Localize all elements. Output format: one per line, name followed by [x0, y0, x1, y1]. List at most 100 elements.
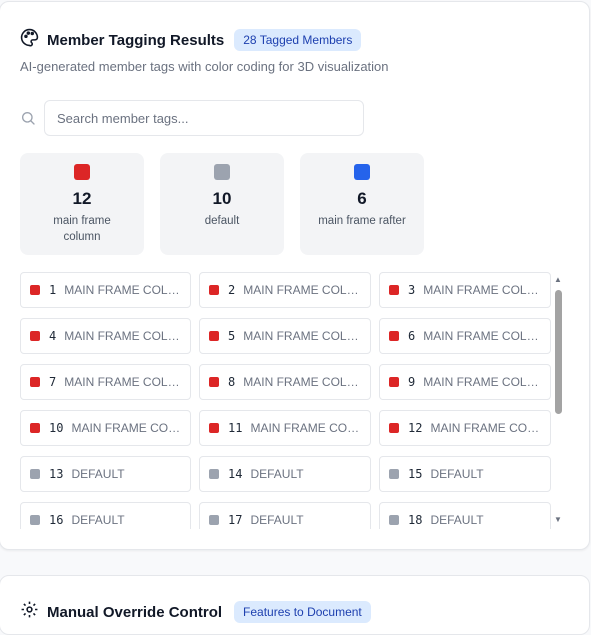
tag-color-dot	[209, 469, 219, 479]
search-bar	[20, 100, 365, 136]
member-number: 18	[408, 513, 423, 527]
member-tag-item[interactable]: 14 DEFAULT	[199, 456, 371, 492]
member-number: 17	[228, 513, 243, 527]
member-tag-label: MAIN FRAME COLU...	[243, 283, 366, 297]
member-number: 16	[49, 513, 64, 527]
tag-color-dot	[30, 423, 40, 433]
stat-card-main-frame-column: 12 main frame column	[20, 153, 144, 255]
scroll-down-arrow[interactable]: ▼	[553, 516, 563, 524]
tag-color-dot	[209, 331, 219, 341]
section-badge: Features to Document	[234, 601, 371, 623]
tag-color-dot	[389, 423, 399, 433]
gear-icon	[20, 600, 39, 624]
member-tag-item[interactable]: 4 MAIN FRAME COLU...	[20, 318, 191, 354]
member-number: 12	[408, 421, 423, 435]
member-number: 4	[49, 329, 57, 343]
member-tag-label: MAIN FRAME COLU...	[423, 329, 546, 343]
member-tag-label: MAIN FRAME COLU...	[64, 283, 187, 297]
stat-label: main frame column	[53, 215, 111, 243]
member-tag-item[interactable]: 16 DEFAULT	[20, 502, 191, 529]
member-number: 10	[49, 421, 64, 435]
member-number: 6	[408, 329, 416, 343]
member-tag-item[interactable]: 5 MAIN FRAME COLU...	[199, 318, 371, 354]
member-number: 13	[49, 467, 64, 481]
search-icon	[20, 110, 36, 126]
scroll-thumb[interactable]	[555, 290, 562, 414]
member-tag-label: DEFAULT	[250, 467, 304, 481]
tag-color-dot	[30, 515, 40, 525]
stat-card-main-frame-rafter: 6 main frame rafter	[300, 153, 424, 255]
member-number: 5	[228, 329, 236, 343]
tag-summary: 12 main frame column 10 default 6 main f…	[20, 153, 424, 255]
member-tagging-card: Member Tagging Results 28 Tagged Members…	[0, 1, 590, 550]
member-number: 7	[49, 375, 57, 389]
member-tag-item[interactable]: 10 MAIN FRAME COL...	[20, 410, 191, 446]
member-number: 15	[408, 467, 423, 481]
member-tag-item[interactable]: 1 MAIN FRAME COLU...	[20, 272, 191, 308]
member-tag-item[interactable]: 12 MAIN FRAME COL...	[379, 410, 551, 446]
tag-color-dot	[209, 515, 219, 525]
manual-override-header: Manual Override Control Features to Docu…	[20, 600, 371, 624]
member-tag-item[interactable]: 7 MAIN FRAME COLU...	[20, 364, 191, 400]
member-tag-label: MAIN FRAME COLU...	[64, 375, 187, 389]
member-tag-label: DEFAULT	[250, 513, 304, 527]
member-number: 8	[228, 375, 236, 389]
member-tag-item[interactable]: 9 MAIN FRAME COLU...	[379, 364, 551, 400]
member-number: 2	[228, 283, 236, 297]
member-tag-label: MAIN FRAME COLU...	[423, 283, 546, 297]
stat-count: 12	[72, 189, 92, 208]
member-tag-item[interactable]: 11 MAIN FRAME COL...	[199, 410, 371, 446]
tag-color-dot	[209, 423, 219, 433]
color-swatch	[214, 164, 230, 180]
member-number: 3	[408, 283, 416, 297]
tag-color-dot	[389, 331, 399, 341]
member-tag-item[interactable]: 18 DEFAULT	[379, 502, 551, 529]
member-grid: 1 MAIN FRAME COLU... 2 MAIN FRAME COLU... 3 M…	[20, 272, 568, 529]
tag-color-dot	[389, 515, 399, 525]
member-tag-item[interactable]: 17 DEFAULT	[199, 502, 371, 529]
tag-color-dot	[389, 377, 399, 387]
stat-count: 10	[212, 189, 232, 208]
search-input[interactable]	[44, 100, 364, 136]
member-tag-item[interactable]: 13 DEFAULT	[20, 456, 191, 492]
member-tag-item[interactable]: 6 MAIN FRAME COLU...	[379, 318, 551, 354]
card-subtitle: AI-generated member tags with color codi…	[20, 59, 389, 74]
member-tag-label: MAIN FRAME COLU...	[423, 375, 546, 389]
member-number: 14	[228, 467, 243, 481]
tag-color-dot	[209, 285, 219, 295]
member-tag-label: MAIN FRAME COL...	[250, 421, 364, 435]
member-number: 9	[408, 375, 416, 389]
member-tag-label: DEFAULT	[430, 513, 484, 527]
member-tag-item[interactable]: 15 DEFAULT	[379, 456, 551, 492]
tag-color-dot	[30, 285, 40, 295]
tag-color-dot	[30, 331, 40, 341]
member-tag-item[interactable]: 2 MAIN FRAME COLU...	[199, 272, 371, 308]
member-number: 11	[228, 421, 243, 435]
page-title: Member Tagging Results	[47, 31, 225, 49]
section-title: Manual Override Control	[47, 603, 223, 621]
member-tag-label: DEFAULT	[71, 513, 125, 527]
tag-color-dot	[389, 469, 399, 479]
member-tag-list[interactable]: 1 MAIN FRAME COLU... 2 MAIN FRAME COLU... 3 M…	[20, 272, 568, 529]
member-tag-item[interactable]: 8 MAIN FRAME COLU...	[199, 364, 371, 400]
tag-color-dot	[30, 469, 40, 479]
member-number: 1	[49, 283, 57, 297]
tag-color-dot	[389, 285, 399, 295]
member-tag-label: MAIN FRAME COL...	[71, 421, 185, 435]
stat-card-default: 10 default	[160, 153, 284, 255]
scroll-up-arrow[interactable]: ▲	[553, 276, 563, 284]
member-tag-label: MAIN FRAME COLU...	[243, 329, 366, 343]
stat-count: 6	[357, 189, 367, 208]
stat-label: default	[204, 215, 240, 227]
color-swatch	[74, 164, 90, 180]
palette-icon	[20, 28, 39, 52]
scrollbar[interactable]: ▲ ▼	[552, 274, 564, 526]
tagged-count-badge: 28 Tagged Members	[234, 29, 362, 51]
member-tag-label: MAIN FRAME COLU...	[243, 375, 366, 389]
member-tag-item[interactable]: 3 MAIN FRAME COLU...	[379, 272, 551, 308]
member-tag-label: MAIN FRAME COL...	[430, 421, 544, 435]
color-swatch	[354, 164, 370, 180]
tag-color-dot	[30, 377, 40, 387]
stat-label: main frame rafter	[318, 215, 406, 227]
member-tag-label: DEFAULT	[430, 467, 484, 481]
